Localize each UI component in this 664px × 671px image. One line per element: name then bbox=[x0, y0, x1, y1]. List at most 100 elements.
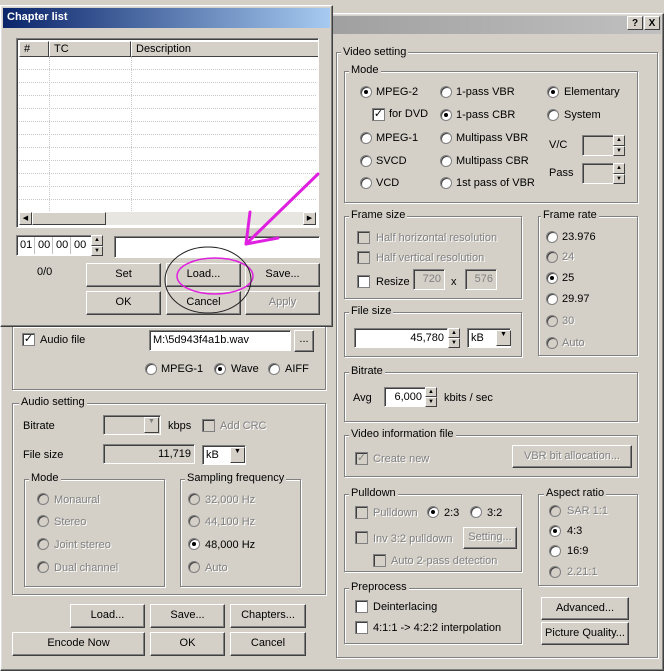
half-vertical-checkbox[interactable] bbox=[357, 251, 370, 264]
pass1-cbr-radio[interactable] bbox=[440, 109, 452, 121]
vc-spinner[interactable]: ▲ ▼ bbox=[613, 135, 625, 156]
dual-channel-label: Dual channel bbox=[54, 562, 119, 574]
vbr-allocation-button[interactable]: VBR bit allocation... bbox=[512, 445, 632, 468]
video-file-size-field[interactable]: 45,780 bbox=[354, 328, 448, 348]
fps-auto-radio[interactable] bbox=[546, 337, 558, 349]
aspect-169-radio[interactable] bbox=[549, 545, 561, 557]
inv32-checkbox[interactable] bbox=[355, 531, 368, 544]
audio-bitrate-dropdown-icon[interactable]: ▼ bbox=[144, 417, 159, 433]
freq-48000-radio[interactable] bbox=[188, 538, 200, 550]
chapter-apply-button[interactable]: Apply bbox=[245, 291, 320, 315]
resize-height-field[interactable]: 576 bbox=[465, 269, 497, 290]
fps-23976-radio[interactable] bbox=[546, 231, 558, 243]
chapter-ok-button[interactable]: OK bbox=[86, 291, 161, 315]
video-file-size-spinner[interactable]: ▲ ▼ bbox=[448, 328, 460, 348]
aspect-sar-radio[interactable] bbox=[549, 505, 561, 517]
auto-2pass-checkbox[interactable] bbox=[373, 554, 386, 567]
vcd-radio[interactable] bbox=[360, 177, 372, 189]
aspect-43-label: 4:3 bbox=[567, 525, 583, 537]
kbps-label: kbps bbox=[168, 420, 192, 432]
timecode-spinner[interactable]: ▲ ▼ bbox=[91, 235, 103, 256]
chapter-save-button[interactable]: Save... bbox=[245, 263, 320, 287]
fps-25-label: 25 bbox=[562, 272, 575, 284]
picture-quality-button[interactable]: Picture Quality... bbox=[541, 622, 629, 645]
svcd-radio[interactable] bbox=[360, 155, 372, 167]
tc-hours[interactable]: 01 bbox=[20, 239, 32, 251]
pulldown-setting-button[interactable]: Setting... bbox=[463, 527, 517, 549]
pulldown-checkbox-label: Pulldown bbox=[373, 507, 418, 519]
help-button[interactable]: ? bbox=[627, 16, 643, 30]
pass1-vbr-radio[interactable] bbox=[440, 86, 452, 98]
scroll-right-icon[interactable]: ▶ bbox=[303, 212, 316, 225]
multipass-cbr-radio[interactable] bbox=[440, 155, 452, 167]
close-button[interactable]: X bbox=[644, 16, 660, 30]
chapter-listview[interactable]: # TC Description ◀ ▶ bbox=[16, 38, 319, 228]
audio-wave-radio[interactable] bbox=[214, 363, 226, 375]
audio-path-field[interactable]: M:\5d943f4a1b.wav bbox=[149, 330, 291, 351]
pulldown-32-radio[interactable] bbox=[470, 506, 482, 518]
tc-seconds[interactable]: 00 bbox=[56, 239, 68, 251]
audio-mpeg1-radio[interactable] bbox=[145, 363, 157, 375]
pulldown-23-radio[interactable] bbox=[427, 506, 439, 518]
column-header-tc[interactable]: TC bbox=[49, 41, 131, 57]
chapter-description-field[interactable] bbox=[114, 236, 320, 258]
dual-channel-radio[interactable] bbox=[37, 561, 49, 573]
scroll-left-icon[interactable]: ◀ bbox=[19, 212, 32, 225]
stereo-radio[interactable] bbox=[37, 515, 49, 527]
fps-30-label: 30 bbox=[562, 315, 575, 327]
pass-spinner[interactable]: ▲ ▼ bbox=[613, 163, 625, 184]
create-new-checkbox[interactable]: ✓ bbox=[355, 452, 368, 465]
vc-field[interactable] bbox=[582, 135, 614, 156]
add-crc-checkbox[interactable] bbox=[202, 419, 215, 432]
pass-field[interactable] bbox=[582, 163, 614, 184]
half-horizontal-checkbox[interactable] bbox=[357, 231, 370, 244]
scroll-thumb[interactable] bbox=[32, 212, 106, 225]
resize-width-field[interactable]: 720 bbox=[413, 269, 445, 290]
save-button[interactable]: Save... bbox=[150, 604, 225, 628]
video-file-size-unit-dropdown-icon[interactable]: ▼ bbox=[496, 330, 511, 346]
encode-now-button[interactable]: Encode Now bbox=[12, 632, 145, 656]
chapters-button[interactable]: Chapters... bbox=[230, 604, 306, 628]
column-header-number[interactable]: # bbox=[19, 41, 49, 57]
chapter-set-button[interactable]: Set bbox=[86, 263, 161, 287]
system-radio[interactable] bbox=[547, 109, 559, 121]
freq-32000-radio[interactable] bbox=[188, 493, 200, 505]
fps-24-radio[interactable] bbox=[546, 251, 558, 263]
joint-stereo-radio[interactable] bbox=[37, 538, 49, 550]
for-dvd-checkbox[interactable]: ✓ bbox=[372, 108, 385, 121]
audio-file-checkbox[interactable]: ✓ bbox=[22, 333, 35, 346]
avg-bitrate-spinner[interactable]: ▲ ▼ bbox=[425, 387, 437, 407]
resize-checkbox[interactable] bbox=[357, 275, 370, 288]
mpeg1-radio[interactable] bbox=[360, 132, 372, 144]
audio-file-size-unit-dropdown-icon[interactable]: ▼ bbox=[230, 447, 245, 463]
ok-button[interactable]: OK bbox=[150, 632, 225, 656]
freq-44100-radio[interactable] bbox=[188, 515, 200, 527]
multipass-vbr-radio[interactable] bbox=[440, 132, 452, 144]
mpeg2-radio[interactable] bbox=[360, 86, 372, 98]
fps-2997-radio[interactable] bbox=[546, 293, 558, 305]
freq-auto-radio[interactable] bbox=[188, 561, 200, 573]
tc-minutes[interactable]: 00 bbox=[38, 239, 50, 251]
fps-30-radio[interactable] bbox=[546, 315, 558, 327]
audio-browse-button[interactable]: ... bbox=[294, 330, 314, 352]
audio-aiff-radio[interactable] bbox=[268, 363, 280, 375]
interpolation-checkbox[interactable] bbox=[355, 621, 368, 634]
monaural-radio[interactable] bbox=[37, 493, 49, 505]
chapter-load-button[interactable]: Load... bbox=[166, 263, 241, 287]
aspect-221-radio[interactable] bbox=[549, 566, 561, 578]
first-pass-vbr-radio[interactable] bbox=[440, 177, 452, 189]
horizontal-scrollbar[interactable]: ◀ ▶ bbox=[19, 212, 316, 225]
column-header-description[interactable]: Description bbox=[131, 41, 318, 57]
avg-bitrate-field[interactable]: 6,000 bbox=[384, 387, 426, 407]
aspect-43-radio[interactable] bbox=[549, 525, 561, 537]
cancel-button[interactable]: Cancel bbox=[230, 632, 306, 656]
load-button[interactable]: Load... bbox=[70, 604, 145, 628]
deinterlacing-checkbox[interactable] bbox=[355, 600, 368, 613]
video-setting-label: Video setting bbox=[341, 46, 409, 58]
pulldown-checkbox[interactable] bbox=[355, 506, 368, 519]
chapter-cancel-button[interactable]: Cancel bbox=[166, 291, 241, 315]
tc-frames[interactable]: 00 bbox=[74, 239, 86, 251]
elementary-radio[interactable] bbox=[547, 86, 559, 98]
fps-25-radio[interactable] bbox=[546, 272, 558, 284]
advanced-button[interactable]: Advanced... bbox=[541, 597, 629, 620]
